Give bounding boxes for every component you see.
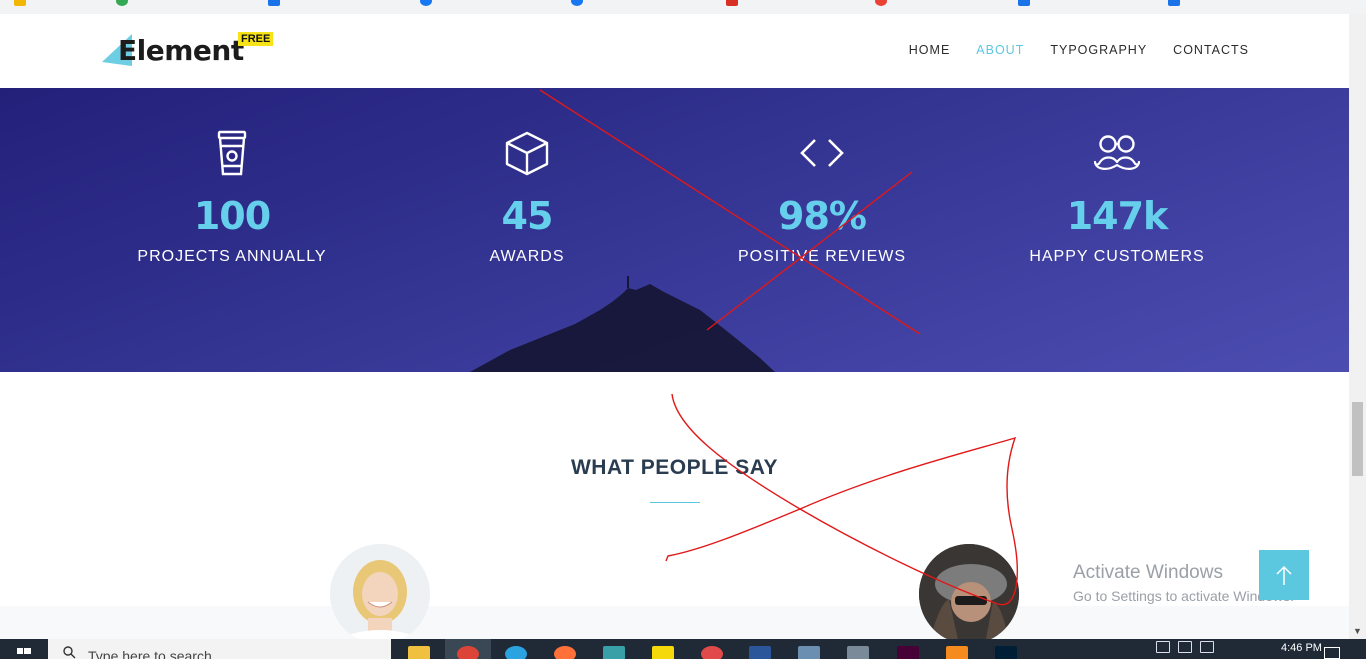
- start-button[interactable]: [0, 639, 48, 659]
- stat-value: 147k: [1066, 194, 1169, 238]
- telegram-icon[interactable]: [505, 646, 527, 659]
- app-icon[interactable]: [701, 646, 723, 659]
- tray-chevron-icon[interactable]: [1156, 641, 1170, 653]
- tray-volume-icon[interactable]: [1200, 641, 1214, 653]
- avatar-photo-woman-blonde: [330, 544, 430, 639]
- stat-label: AWARDS: [489, 248, 565, 265]
- arrow-up-icon: [1276, 565, 1292, 585]
- sticky-notes-icon[interactable]: [652, 646, 674, 659]
- stat-reviews: 98% POSITIVE REVIEWS: [692, 128, 952, 266]
- file-explorer-icon[interactable]: [408, 646, 430, 659]
- stat-value: 98%: [778, 194, 867, 238]
- stat-label: POSITIVE REVIEWS: [737, 248, 907, 265]
- bookmark-icon[interactable]: [726, 0, 738, 6]
- bookmark-icon[interactable]: [1018, 0, 1030, 6]
- nav-about[interactable]: ABOUT: [976, 43, 1024, 57]
- glasses-mustache-icon: [1094, 135, 1140, 170]
- main-nav: HOME ABOUT TYPOGRAPHY CONTACTS: [909, 43, 1249, 57]
- stat-awards: 45 AWARDS: [397, 128, 657, 266]
- nav-home[interactable]: HOME: [909, 43, 951, 57]
- coffee-cup-icon: [217, 130, 247, 176]
- page-scrollbar[interactable]: ▼: [1349, 14, 1366, 639]
- word-icon[interactable]: [749, 646, 771, 659]
- code-icon: [800, 139, 844, 167]
- title-underline: [650, 502, 700, 503]
- photoshop-icon[interactable]: [995, 646, 1017, 659]
- scrollbar-thumb[interactable]: [1352, 402, 1363, 476]
- notifications-icon[interactable]: [1324, 647, 1340, 659]
- adobe-xd-icon[interactable]: [897, 646, 919, 659]
- windows-logo-icon: [17, 648, 31, 654]
- stat-value: 45: [501, 194, 554, 238]
- taskbar-search[interactable]: Type here to search: [48, 639, 391, 659]
- box-icon: [505, 131, 549, 176]
- app-icon[interactable]: [946, 646, 968, 659]
- bookmark-icon[interactable]: [571, 0, 583, 6]
- stat-projects: 100 PROJECTS ANNUALLY: [102, 128, 362, 266]
- taskbar-clock[interactable]: 4:46 PM: [1281, 642, 1322, 654]
- bookmark-icon[interactable]: [268, 0, 280, 6]
- logo-badge: FREE: [238, 32, 274, 46]
- stats-section: 100 PROJECTS ANNUALLY 45 AWARDS 98% POSI…: [0, 88, 1349, 372]
- stat-label: PROJECTS ANNUALLY: [137, 248, 327, 265]
- taskbar-search-placeholder: Type here to search: [88, 648, 212, 659]
- bookmarks-bar: [0, 0, 1366, 15]
- nav-typography[interactable]: TYPOGRAPHY: [1050, 43, 1147, 57]
- stat-label: HAPPY CUSTOMERS: [1029, 248, 1205, 265]
- bookmark-icon[interactable]: [420, 0, 432, 6]
- page-viewport: Element FREE HOME ABOUT TYPOGRAPHY CONTA…: [0, 14, 1349, 639]
- logo-text: Element: [118, 34, 244, 67]
- avatar[interactable]: [330, 544, 430, 639]
- testimonial-card-strip: [0, 606, 1349, 639]
- system-tray[interactable]: [1156, 641, 1214, 653]
- stat-customers: 147k HAPPY CUSTOMERS: [987, 128, 1247, 266]
- windows-taskbar: Type here to search 4:46 PM: [0, 639, 1366, 659]
- logo[interactable]: Element FREE: [100, 32, 280, 72]
- nav-contacts[interactable]: CONTACTS: [1173, 43, 1249, 57]
- bookmark-icon[interactable]: [14, 0, 26, 6]
- section-title: WHAT PEOPLE SAY: [570, 456, 779, 479]
- calculator-icon[interactable]: [847, 646, 869, 659]
- app-icon[interactable]: [798, 646, 820, 659]
- bookmark-icon[interactable]: [875, 0, 887, 6]
- search-icon: [63, 646, 76, 659]
- back-to-top-button[interactable]: [1259, 550, 1309, 600]
- scroll-down-arrow-icon[interactable]: ▼: [1353, 626, 1362, 636]
- firefox-icon[interactable]: [554, 646, 576, 659]
- avatar-photo-person-hat: [919, 544, 1019, 639]
- avatar[interactable]: [919, 544, 1019, 639]
- tray-network-icon[interactable]: [1178, 641, 1192, 653]
- bookmark-icon[interactable]: [1168, 0, 1180, 6]
- bookmark-icon[interactable]: [116, 0, 128, 6]
- stat-value: 100: [193, 194, 271, 238]
- site-header: Element FREE HOME ABOUT TYPOGRAPHY CONTA…: [0, 14, 1349, 88]
- chrome-icon[interactable]: [457, 646, 479, 659]
- app-icon[interactable]: [603, 646, 625, 659]
